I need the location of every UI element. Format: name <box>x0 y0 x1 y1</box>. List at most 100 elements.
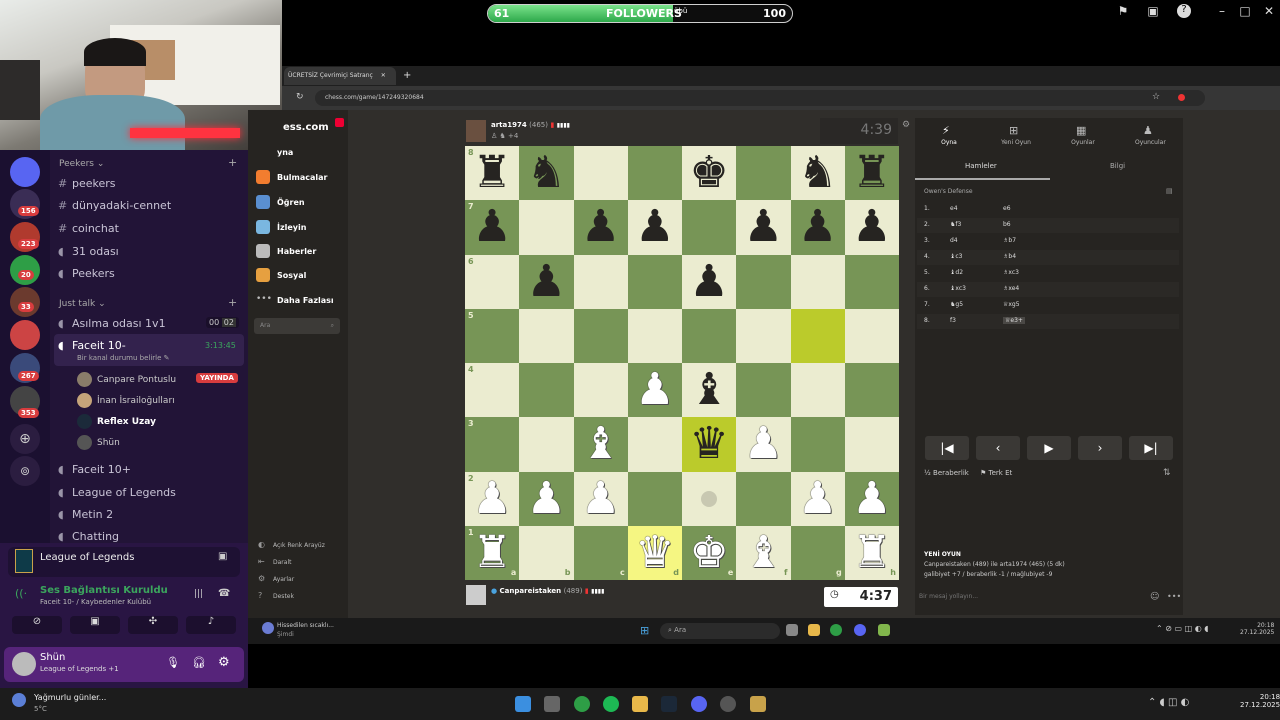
square-c1[interactable]: c <box>573 525 628 580</box>
add-channel-icon[interactable]: + <box>228 296 237 309</box>
noise-icon[interactable]: ||| <box>194 589 203 599</box>
white-bishop-piece[interactable]: ♝ <box>744 527 783 578</box>
square-b3[interactable] <box>519 417 574 472</box>
square-d7[interactable]: ♟ <box>627 200 682 255</box>
nav-play[interactable]: yna <box>277 148 293 157</box>
square-f4[interactable] <box>736 363 791 418</box>
top-player-info[interactable]: arta1974 (465) ▮ ▮▮▮▮ <box>491 121 570 129</box>
white-move[interactable]: d4 <box>950 237 958 244</box>
chrome-icon[interactable] <box>830 624 842 636</box>
black-move[interactable]: e6 <box>1003 205 1011 212</box>
screen-icon[interactable]: ▣ <box>1146 4 1160 18</box>
square-d8[interactable] <box>627 146 682 201</box>
folder-icon[interactable] <box>632 696 648 712</box>
square-f7[interactable]: ♟ <box>736 200 791 255</box>
square-a1[interactable]: ♜ 1 a <box>465 525 520 580</box>
square-f3[interactable]: ♟ <box>736 417 791 472</box>
gear-icon[interactable]: ⚙ <box>218 655 230 670</box>
chess-search-input[interactable]: Ara ⌕ <box>254 318 340 334</box>
black-pawn-piece[interactable]: ♟ <box>472 201 511 252</box>
flag-icon[interactable]: ⚑ <box>1116 4 1130 18</box>
chess-logo[interactable]: ess.com <box>283 122 329 133</box>
square-c2[interactable]: ♟ <box>573 471 628 526</box>
black-move[interactable]: ♗xc3 <box>1003 269 1019 276</box>
square-d6[interactable] <box>627 254 682 309</box>
channel-coinchat[interactable]: # coinchat <box>58 222 119 235</box>
category-peekers[interactable]: Peekers ⌄ <box>59 159 104 169</box>
square-h2[interactable]: ♟ <box>844 471 899 526</box>
square-b1[interactable]: b <box>519 525 574 580</box>
category-just-talk[interactable]: Just talk ⌄ <box>59 299 106 309</box>
square-e4[interactable]: ♝ <box>682 363 737 418</box>
square-e2[interactable] <box>682 471 737 526</box>
obs-icon[interactable] <box>720 696 736 712</box>
black-pawn-piece[interactable]: ♟ <box>581 201 620 252</box>
new-tab-icon[interactable]: + <box>403 70 411 81</box>
square-c5[interactable] <box>573 308 628 363</box>
square-h4[interactable] <box>844 363 899 418</box>
inner-tray-icons[interactable]: ⌃ ⊘ ▭ ◫ ◐ ◖ <box>1156 624 1208 633</box>
black-pawn-piece[interactable]: ♟ <box>689 256 728 307</box>
black-knight-piece[interactable]: ♞ <box>527 147 566 198</box>
black-move[interactable]: ♗xe4 <box>1003 285 1019 292</box>
black-pawn-piece[interactable]: ♟ <box>798 201 837 252</box>
server-icon[interactable] <box>10 157 40 187</box>
black-queen-piece[interactable]: ♛ <box>689 418 728 469</box>
voice-channel-lol[interactable]: ◖ League of Legends <box>58 486 176 499</box>
voice-channel-faceit-plus[interactable]: ◖ Faceit 10+ <box>58 463 131 476</box>
voice-channel-31-odasi[interactable]: ◖ 31 odası <box>58 245 119 258</box>
black-rook-piece[interactable]: ♜ <box>472 147 511 198</box>
square-f8[interactable] <box>736 146 791 201</box>
white-pawn-piece[interactable]: ♟ <box>852 473 891 524</box>
square-b5[interactable] <box>519 308 574 363</box>
book-icon[interactable]: ▤ <box>1166 187 1173 195</box>
square-e3[interactable]: ♛ <box>682 417 737 472</box>
play-button[interactable]: ▶ <box>1027 436 1071 460</box>
board-settings-icon[interactable]: ⚙ <box>902 120 910 130</box>
discover-icon[interactable]: ⊚ <box>10 456 40 486</box>
inner-weather[interactable]: Hissedilen sıcaklı... <box>277 622 334 629</box>
collapse-link[interactable]: Daralt <box>273 559 291 566</box>
black-move[interactable]: ♗b7 <box>1003 237 1016 244</box>
black-king-piece[interactable]: ♚ <box>689 147 728 198</box>
nav-more[interactable]: Daha Fazlası <box>277 296 334 305</box>
emoji-icon[interactable]: ☺ <box>1150 592 1159 602</box>
tab-new-game[interactable]: Yeni Oyun <box>1001 139 1031 146</box>
move-hint-dot[interactable] <box>701 490 717 507</box>
chat-input[interactable]: Bir mesaj yollayın... <box>919 593 1145 605</box>
white-bishop-piece[interactable]: ♝ <box>581 418 620 469</box>
white-pawn-piece[interactable]: ♟ <box>472 473 511 524</box>
square-g5[interactable] <box>790 308 845 363</box>
discord-icon[interactable] <box>691 696 707 712</box>
square-e1[interactable]: ♚ e <box>682 525 737 580</box>
square-d1[interactable]: ♛ d <box>627 525 682 580</box>
bottom-player-info[interactable]: ● Canpareistaken (489) ▮ ▮▮▮▮ <box>491 587 604 595</box>
square-a2[interactable]: ♟ 2 <box>465 471 520 526</box>
light-theme-link[interactable]: Açık Renk Arayüz <box>273 542 325 549</box>
league-icon[interactable] <box>750 696 766 712</box>
square-e8[interactable]: ♚ <box>682 146 737 201</box>
extension-icon[interactable] <box>1178 94 1185 101</box>
square-e6[interactable]: ♟ <box>682 254 737 309</box>
square-f5[interactable] <box>736 308 791 363</box>
nav-puzzles[interactable]: Bulmacalar <box>277 173 328 182</box>
chat-more-icon[interactable]: ••• <box>1167 592 1181 601</box>
reload-icon[interactable]: ↻ <box>296 92 304 102</box>
voice-user[interactable]: Canpare Pontuslu <box>77 372 176 387</box>
discord-icon[interactable] <box>854 624 866 636</box>
black-knight-piece[interactable]: ♞ <box>798 147 837 198</box>
add-channel-icon[interactable]: + <box>228 156 237 169</box>
minimize-icon[interactable]: – <box>1215 4 1229 18</box>
channel-dunyadaki-cennet[interactable]: # dünyadaki-cennet <box>58 199 171 212</box>
headphones-icon[interactable]: 🎧︎ <box>192 656 206 669</box>
square-a3[interactable]: 3 <box>465 417 520 472</box>
white-pawn-piece[interactable]: ♟ <box>527 473 566 524</box>
folder-icon[interactable] <box>808 624 820 636</box>
white-pawn-piece[interactable]: ♟ <box>635 364 674 415</box>
black-pawn-piece[interactable]: ♟ <box>744 201 783 252</box>
voice-channel-chatting[interactable]: ◖ Chatting <box>58 530 119 543</box>
square-c7[interactable]: ♟ <box>573 200 628 255</box>
square-f6[interactable] <box>736 254 791 309</box>
nav-social[interactable]: Sosyal <box>277 271 306 280</box>
square-a6[interactable]: 6 <box>465 254 520 309</box>
